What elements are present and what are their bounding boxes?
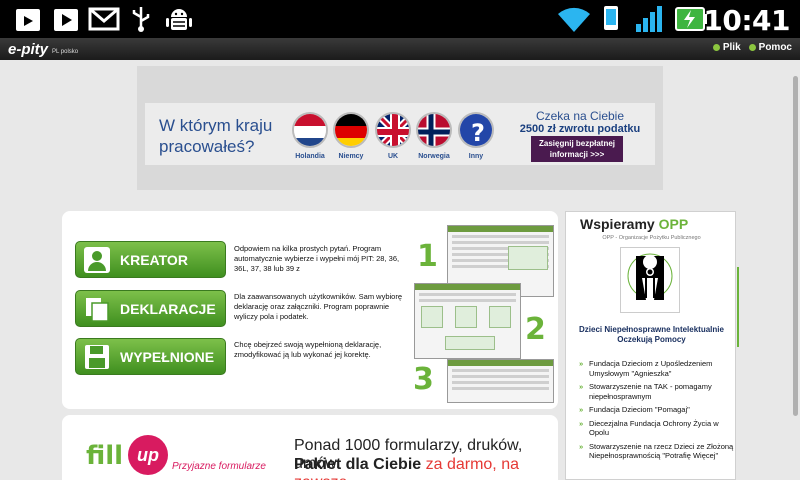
opp-list-item[interactable]: Fundacja Dzieciom z Upośledzeniem Umysło… [579, 359, 734, 378]
status-bar: 10:41 [0, 0, 800, 38]
android-debug-icon [166, 9, 192, 30]
opp-title: Wspieramy OPP [580, 216, 689, 232]
preview-screenshot-2 [414, 283, 521, 359]
banner-question: W którym kraju pracowałeś? [159, 116, 273, 156]
fillup-logo-text: fill [86, 441, 124, 471]
opp-scroll-indicator[interactable] [737, 267, 739, 347]
banner-line1: Czeka na Ciebie [535, 109, 625, 123]
signal-icon [636, 6, 662, 32]
step-number: 2 [525, 312, 546, 347]
menu-dot-icon [748, 44, 756, 51]
deklaracje-button[interactable]: DEKLARACJE [75, 290, 226, 327]
step-number: 1 [417, 239, 438, 274]
deklaracje-description: Dla zaawansowanych użytkowników. Sam wyb… [234, 292, 402, 321]
opp-list-item[interactable]: Diecezjalna Fundacja Ochrony Życia w Opo… [579, 419, 734, 438]
banner-cta-button[interactable]: Zasięgnij bezpłatnej informacji >>> [531, 136, 623, 162]
menu-dot-icon [712, 44, 720, 51]
preview-screenshot-3 [447, 359, 554, 403]
step-number: 3 [413, 362, 434, 397]
usb-icon [132, 7, 150, 32]
play-store-icon[interactable] [52, 5, 80, 33]
top-menu: Plik Pomoc [712, 42, 792, 53]
person-icon [84, 246, 110, 273]
wypelnione-description: Chcę obejrzeć swoją wypełnioną deklaracj… [234, 340, 382, 359]
question-mark-icon[interactable]: ? [458, 112, 494, 148]
fillup-headline-2: Pakiet dla Ciebie za darmo, na zawsze. [294, 456, 519, 480]
status-clock: 10:41 [703, 4, 790, 37]
vertical-scrollbar[interactable] [793, 76, 798, 416]
menu-plik[interactable]: Plik [712, 42, 741, 53]
documents-icon [86, 297, 109, 322]
play-store-bag-icon[interactable] [14, 5, 42, 33]
flag-netherlands-icon[interactable] [292, 112, 328, 148]
logo-sub: PL polsko [52, 49, 79, 55]
main-panel: KREATOR Odpowiem na kilka prostych pytań… [62, 211, 558, 409]
opp-sidebar: Wspieramy OPP OPP - Organizacje Pożytku … [565, 211, 739, 480]
flag-norway-icon[interactable] [416, 112, 452, 148]
banner-line2: 2500 zł zwrotu podatku [519, 123, 641, 135]
opp-list-item[interactable]: Stowarzyszenie na rzecz Dzieci ze Złożon… [579, 442, 734, 461]
banner-inner: W którym kraju pracowałeś? Holandia Niem… [145, 103, 655, 165]
wifi-icon [558, 7, 590, 32]
kreator-button[interactable]: KREATOR [75, 241, 226, 278]
app-header: e-pity PL polsko Plik Pomoc [0, 38, 800, 60]
tax-refund-banner[interactable]: W którym kraju pracowałeś? Holandia Niem… [137, 66, 663, 190]
flag-uk-icon[interactable] [375, 112, 411, 148]
wypelnione-button[interactable]: WYPEŁNIONE [75, 338, 226, 375]
fillup-up-badge: up [128, 435, 168, 475]
opp-list-item[interactable]: Fundacja Dzieciom "Pomagaj" [579, 405, 734, 415]
opp-organization-name[interactable]: Dzieci Niepełnosprawne Intelektualnie Oc… [566, 325, 737, 345]
phone-rotate-icon [604, 6, 618, 30]
logo-text: e-pity [8, 40, 49, 58]
opp-organization-logo[interactable] [620, 247, 680, 313]
menu-pomoc[interactable]: Pomoc [748, 42, 792, 53]
opp-list: Fundacja Dzieciom z Upośledzeniem Umysło… [579, 359, 734, 465]
e-pity-logo: e-pity PL polsko [8, 40, 78, 58]
country-label: Inny [468, 153, 484, 160]
floppy-disk-icon [85, 344, 109, 369]
gmail-icon[interactable] [88, 5, 120, 33]
flag-germany-icon[interactable] [333, 112, 369, 148]
opp-subtitle: OPP - Organizacje Pożytku Publicznego [602, 235, 701, 241]
kreator-description: Odpowiem na kilka prostych pytań. Progra… [234, 244, 400, 273]
opp-list-item[interactable]: Stowarzyszenie na TAK - pomagamy niepełn… [579, 382, 734, 401]
svg-text:?: ? [471, 119, 485, 147]
fillup-banner[interactable]: fill up Przyjazne formularze Ponad 1000 … [62, 415, 558, 480]
fillup-tagline: Przyjazne formularze [172, 461, 266, 472]
